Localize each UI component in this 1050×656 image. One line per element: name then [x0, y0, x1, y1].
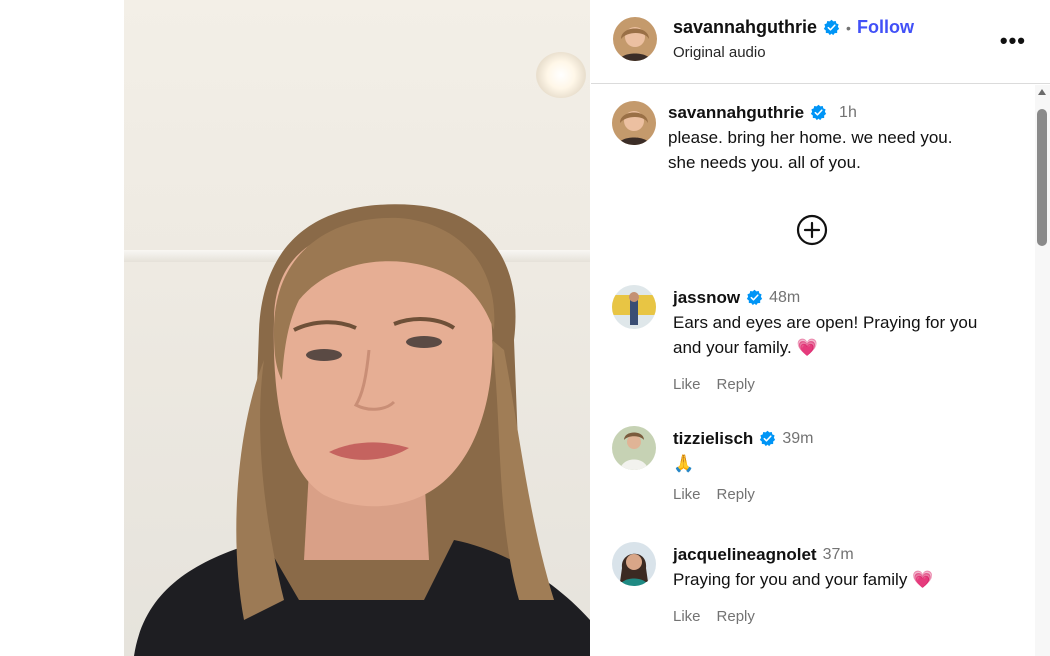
comment-avatar[interactable] — [612, 542, 656, 586]
more-options-icon[interactable]: ••• — [1000, 28, 1026, 54]
caption-text-line2: she needs you. all of you. — [668, 153, 861, 172]
comment-actions: Like Reply — [673, 372, 1021, 397]
comment-row: jacquelineagnolet 37m Praying for you an… — [591, 542, 1035, 642]
like-button[interactable]: Like — [673, 604, 701, 629]
comment-time: 39m — [782, 430, 814, 447]
scroll-thumb[interactable] — [1037, 109, 1047, 246]
comment-head: jacquelineagnolet 37m — [673, 542, 1021, 567]
verified-icon — [746, 289, 763, 306]
profile-avatar[interactable] — [613, 17, 657, 61]
comment-text-line1: Praying for you and your family 💗 — [673, 570, 934, 589]
caption-username[interactable]: savannahguthrie — [668, 100, 804, 125]
header-username[interactable]: savannahguthrie — [673, 17, 817, 38]
post-header: savannahguthrie • Follow Original audio … — [591, 0, 1050, 84]
caption-content: savannahguthrie 1h please. bring her hom… — [668, 100, 1021, 175]
video-subject — [134, 204, 590, 656]
reply-button[interactable]: Reply — [717, 604, 755, 629]
caption-time: 1h — [839, 104, 857, 121]
comment-text-line2: and your family. 💗 — [673, 338, 818, 357]
comment-text-line1: Ears and eyes are open! Praying for you — [673, 313, 978, 332]
comment-actions: Like Reply — [673, 604, 1021, 629]
original-audio-link[interactable]: Original audio — [673, 44, 766, 61]
caption-avatar[interactable] — [612, 101, 656, 145]
comment-actions: Like Reply — [673, 482, 1021, 507]
comment-head: jassnow 48m — [673, 285, 1021, 310]
comment-text-line1: 🙏 — [673, 454, 695, 473]
comment-row: jassnow 48m Ears and eyes are open! Pray… — [591, 285, 1035, 405]
header-user-line: savannahguthrie • Follow — [673, 17, 914, 38]
comment-username[interactable]: jassnow — [673, 285, 740, 310]
verified-icon — [823, 19, 840, 36]
comment-row: tizzielisch 39m 🙏 Like Reply — [591, 426, 1035, 526]
comment-username[interactable]: jacquelineagnolet — [673, 542, 817, 567]
comments-scrollbar[interactable] — [1035, 85, 1050, 656]
verified-icon — [810, 104, 827, 121]
verified-icon — [760, 430, 776, 447]
comment-head: tizzielisch 39m — [673, 426, 1021, 451]
reel-video[interactable] — [124, 0, 590, 656]
comment-time: 48m — [769, 289, 801, 306]
comment-content: jassnow 48m Ears and eyes are open! Pray… — [673, 285, 1021, 397]
comment-content: tizzielisch 39m 🙏 Like Reply — [673, 426, 1021, 507]
like-button[interactable]: Like — [673, 372, 701, 397]
comment-avatar[interactable] — [612, 426, 656, 470]
load-more-comments-icon[interactable] — [796, 214, 828, 246]
reply-button[interactable]: Reply — [717, 482, 755, 507]
reply-button[interactable]: Reply — [717, 372, 755, 397]
comments-panel: savannahguthrie 1h please. bring her hom… — [591, 85, 1035, 656]
caption-text-line1: please. bring her home. we need you. — [668, 128, 953, 147]
caption-row: savannahguthrie 1h please. bring her hom… — [591, 99, 1035, 199]
follow-button[interactable]: Follow — [857, 17, 914, 38]
caption-head: savannahguthrie 1h — [668, 100, 1021, 125]
scroll-up-arrow-icon[interactable] — [1038, 89, 1046, 95]
left-margin — [0, 0, 124, 656]
comment-avatar[interactable] — [612, 285, 656, 329]
comment-time: 37m — [822, 546, 854, 563]
comment-username[interactable]: tizzielisch — [673, 426, 753, 451]
like-button[interactable]: Like — [673, 482, 701, 507]
header-separator: • — [846, 19, 851, 36]
comment-content: jacquelineagnolet 37m Praying for you an… — [673, 542, 1021, 629]
